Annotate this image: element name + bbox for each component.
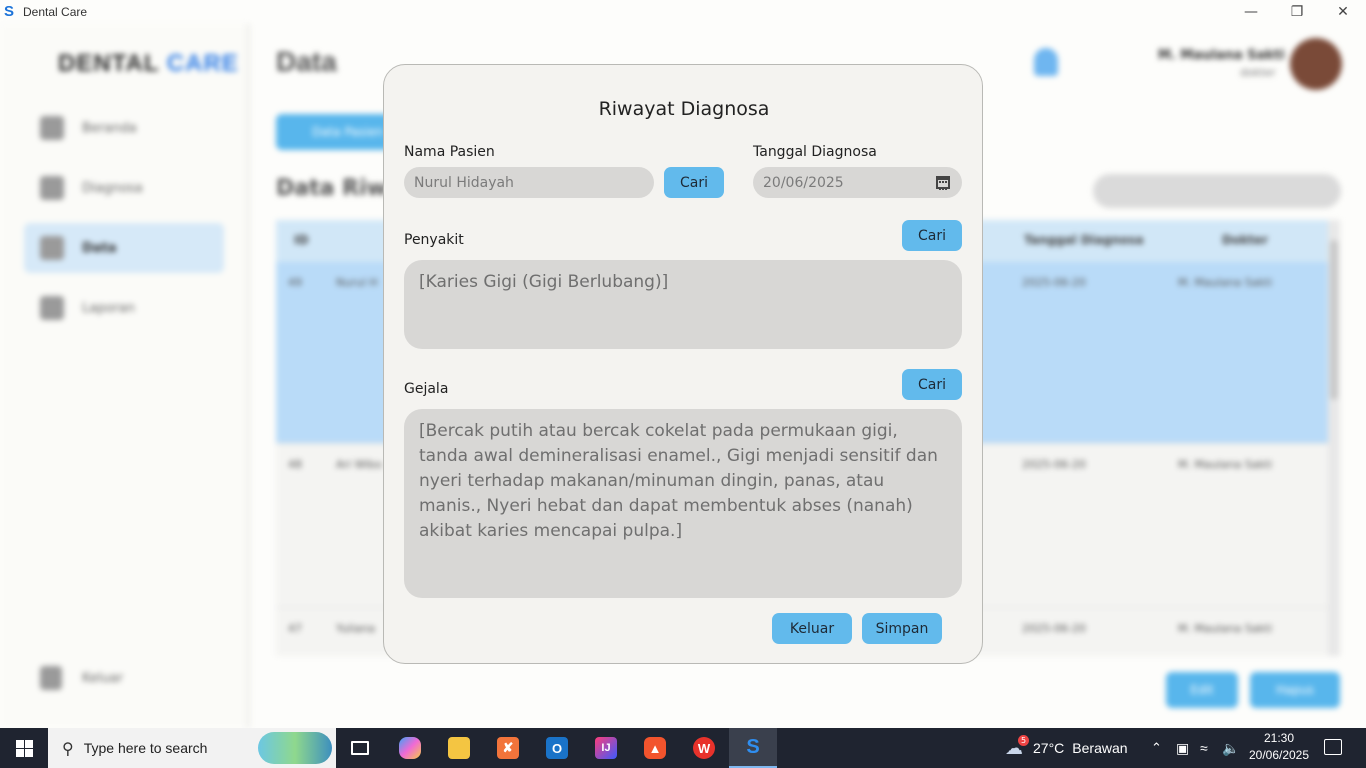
wps-office-icon: W (693, 737, 715, 759)
simpan-button[interactable]: Simpan (862, 613, 942, 644)
gejala-textarea[interactable]: [Bercak putih atau bercak cokelat pada p… (404, 409, 962, 598)
app-logo: DENTAL CARE (58, 50, 239, 77)
user-role: dokter (1240, 66, 1276, 79)
window-titlebar: S Dental Care — ❐ ✕ (0, 0, 1366, 24)
hapus-button[interactable]: Hapus (1250, 672, 1340, 708)
close-button[interactable]: ✕ (1320, 0, 1366, 24)
chart-icon (40, 296, 64, 320)
minimize-button[interactable]: — (1228, 0, 1274, 24)
table-scrollbar[interactable] (1328, 220, 1340, 656)
outlook-button[interactable]: O (533, 728, 581, 768)
show-hidden-icons-button[interactable]: ⌃ (1151, 728, 1162, 768)
bell-icon[interactable] (1034, 48, 1058, 76)
system-clock[interactable]: 21:30 20/06/2025 (1244, 730, 1314, 764)
restore-button[interactable]: ❐ (1274, 0, 1320, 24)
cari-penyakit-button[interactable]: Cari (902, 220, 962, 251)
gejala-label: Gejala (404, 381, 449, 397)
brave-button[interactable]: ▲ (631, 728, 679, 768)
camera-icon: ▣ (1176, 739, 1190, 756)
file-explorer-button[interactable] (435, 728, 483, 768)
tanggal-diagnosa-label: Tanggal Diagnosa (753, 144, 877, 160)
logout-button[interactable]: Keluar (40, 666, 123, 690)
nama-pasien-field[interactable]: Nurul Hidayah (404, 167, 654, 198)
notification-icon[interactable] (1324, 739, 1342, 755)
task-view-icon (351, 741, 369, 755)
penyakit-textarea[interactable]: [Karies Gigi (Gigi Berlubang)] (404, 260, 962, 349)
intellij-icon: IJ (595, 737, 617, 759)
edit-button[interactable]: Edit (1166, 672, 1238, 708)
brave-icon: ▲ (644, 737, 666, 759)
volume-button[interactable]: 🔈 (1222, 728, 1239, 768)
folder-icon (448, 737, 470, 759)
wps-button[interactable]: W (680, 728, 728, 768)
wifi-icon: ≈ (1200, 740, 1208, 756)
weather-temp: 27°C (1033, 740, 1065, 756)
weather-widget[interactable]: ☁ 27°C Berawan (1005, 728, 1128, 768)
dialog-title: Riwayat Diagnosa (598, 98, 770, 120)
page-title: Data (276, 46, 337, 77)
dashboard-icon (40, 116, 64, 140)
sidebar: DENTAL CARE Beranda Diagnosa Data Lapora… (0, 24, 250, 728)
sidebar-item-laporan[interactable]: Laporan (24, 283, 224, 333)
copilot-button[interactable] (386, 728, 434, 768)
outlook-icon: O (546, 737, 568, 759)
taskbar-search[interactable]: ⚲ Type here to search (48, 728, 336, 768)
search-highlight-image (258, 732, 332, 764)
sidebar-item-beranda[interactable]: Beranda (24, 103, 224, 153)
dental-care-taskbar-button[interactable]: S (729, 728, 777, 768)
scrollbar-thumb[interactable] (1330, 240, 1338, 400)
window-title: Dental Care (23, 5, 88, 19)
cari-gejala-button[interactable]: Cari (902, 369, 962, 400)
calendar-icon[interactable] (936, 176, 950, 190)
copilot-icon (399, 737, 421, 759)
xampp-icon: ✘ (497, 737, 519, 759)
weather-description: Berawan (1072, 740, 1128, 756)
start-button[interactable] (0, 728, 48, 768)
windows-icon (15, 739, 33, 757)
penyakit-label: Penyakit (404, 232, 464, 248)
chevron-up-icon: ⌃ (1151, 740, 1162, 755)
tanggal-diagnosa-field[interactable]: 20/06/2025 (753, 167, 962, 198)
data-pasien-button[interactable]: Data Pasien (276, 114, 396, 150)
sidebar-item-data[interactable]: Data (24, 223, 224, 273)
xampp-button[interactable]: ✘ (484, 728, 532, 768)
intellij-button[interactable]: IJ (582, 728, 630, 768)
search-icon: ⚲ (62, 738, 74, 758)
meet-now-button[interactable]: ▣ (1176, 728, 1189, 768)
speaker-icon: 🔈 (1222, 739, 1240, 756)
cari-pasien-button[interactable]: Cari (664, 167, 724, 198)
sidebar-item-diagnosa[interactable]: Diagnosa (24, 163, 224, 213)
avatar[interactable] (1290, 38, 1342, 90)
windows-taskbar: ⚲ Type here to search ✘ O IJ ▲ W S ☁ 27°… (0, 728, 1366, 768)
clock-time: 21:30 (1263, 731, 1295, 745)
nama-pasien-label: Nama Pasien (404, 144, 495, 160)
window-controls: — ❐ ✕ (1228, 0, 1366, 24)
app-logo-icon: S (4, 3, 15, 20)
data-icon (40, 236, 64, 260)
network-button[interactable]: ≈ (1200, 728, 1208, 768)
table-search-input[interactable] (1093, 174, 1341, 208)
keluar-button[interactable]: Keluar (772, 613, 852, 644)
user-name: M. Maulana Sakti (1158, 48, 1285, 63)
riwayat-diagnosa-dialog: Riwayat Diagnosa Nama Pasien Nurul Hiday… (383, 64, 983, 664)
tag-icon (40, 176, 64, 200)
dental-care-app-icon: S (746, 735, 760, 758)
clock-date: 20/06/2025 (1248, 748, 1310, 762)
logout-icon (40, 666, 62, 690)
task-view-button[interactable] (336, 728, 384, 768)
weather-badge: 5 (1018, 735, 1029, 746)
